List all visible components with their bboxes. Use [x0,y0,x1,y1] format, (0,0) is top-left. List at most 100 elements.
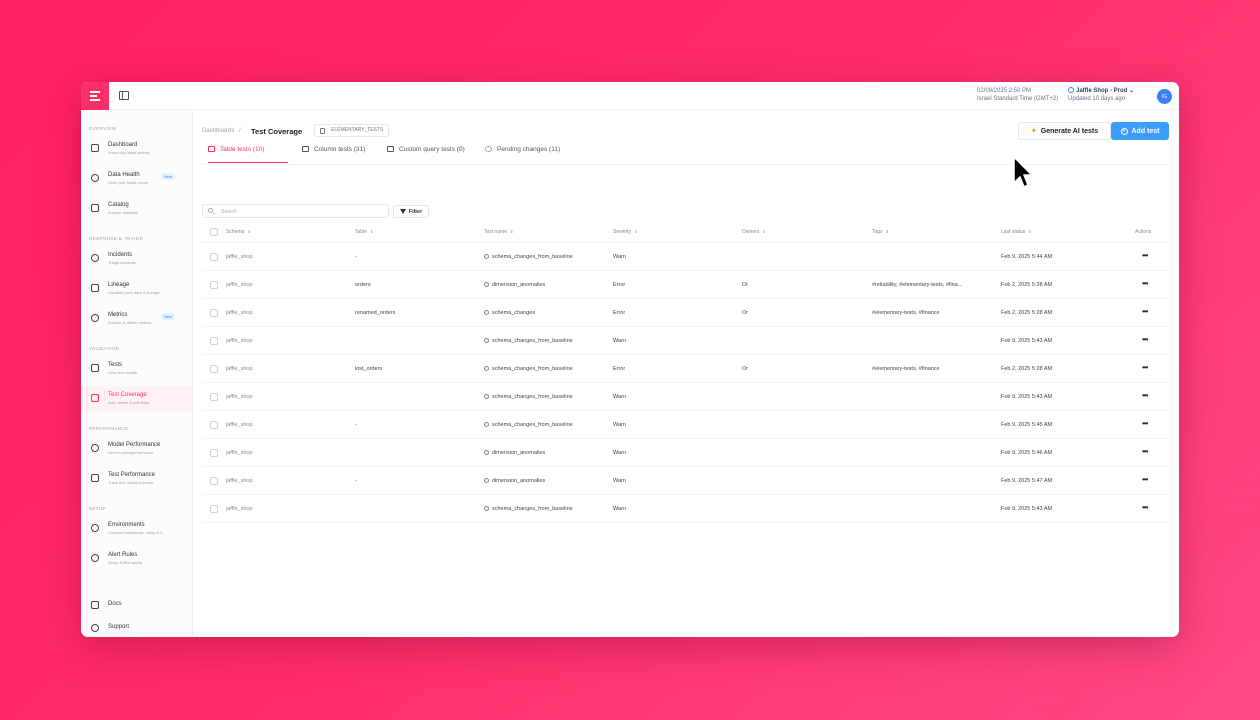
cell-test-name: schema_changes_from_baseline [484,422,573,428]
sidebar-item-label: Environments [108,522,145,528]
column-header-severity[interactable]: Severity ⬍ [613,229,637,235]
cell-test-name: schema_changes_from_baseline [484,394,573,400]
row-actions-menu-icon[interactable]: ••• [1142,447,1148,456]
sidebar: OVERVIEW Dashboard Know high-level activ… [81,110,193,637]
test-name-text: dimension_anomalies [492,478,546,484]
row-actions-menu-icon[interactable]: ••• [1142,307,1148,316]
column-header-table[interactable]: Table ⬍ [355,229,373,235]
cell-severity: Warn [613,254,626,260]
table-row[interactable]: jaffle_shop schema_changes_from_baseline W… [202,495,1169,523]
sidebar-item-desc: Add, delete & edit tests [108,400,150,405]
row-checkbox[interactable] [210,309,218,317]
row-actions-menu-icon[interactable]: ••• [1142,363,1148,372]
test-type-icon [484,310,489,315]
tab-pending-changes[interactable]: Pending changes (11) [485,146,560,163]
sidebar-item-incidents[interactable]: Incidents Triage incidents [81,246,192,272]
row-actions-menu-icon[interactable]: ••• [1142,335,1148,344]
sidebar-item-dashboard[interactable]: Dashboard Know high-level activity [81,136,192,162]
sidebar-item-test-performance[interactable]: Test Performance Track test duration tre… [81,466,192,492]
sidebar-item-alert-rules[interactable]: Alert Rules Setup & filter alerts [81,546,192,572]
row-checkbox[interactable] [210,337,218,345]
timezone-label: Israel Standard Time (GMT+2) [977,96,1059,102]
breadcrumb-home[interactable]: Dashboards [202,128,234,134]
table-row[interactable]: jaffle_shop - schema_changes_from_baseline… [202,411,1169,439]
tab-table-tests[interactable]: Table tests (10) [208,146,288,163]
sidebar-collapse-icon[interactable] [119,91,129,100]
search-input[interactable] [221,207,381,216]
row-actions-menu-icon[interactable]: ••• [1142,391,1148,400]
sidebar-item-label: Alert Rules [108,552,138,558]
cell-owners: Or [742,366,749,372]
schema-chip[interactable]: ELEMENTARY_TESTS [314,124,390,137]
row-checkbox[interactable] [210,281,218,289]
cell-test-name: dimension_anomalies [484,282,545,288]
table-row[interactable]: jaffle_shop - dimension_anomalies Warn Feb 9… [202,467,1169,495]
column-header-schema[interactable]: Schema ⬍ [226,229,251,235]
sidebar-item-test-coverage[interactable]: Test Coverage Add, delete & edit tests [81,386,192,412]
sidebar-item-catalog[interactable]: Catalog Explore datasets [81,196,192,222]
column-header-owners[interactable]: Owners ⬍ [742,229,766,235]
add-test-button[interactable]: + Add test [1111,122,1169,140]
table-row[interactable]: jaffle_shop renamed_orders schema_changes E… [202,299,1169,327]
row-actions-menu-icon[interactable]: ••• [1142,279,1148,288]
row-actions-menu-icon[interactable]: ••• [1142,503,1148,512]
test-type-icon [484,478,489,483]
row-checkbox[interactable] [210,393,218,401]
row-checkbox[interactable] [210,505,218,513]
new-badge: New [161,173,176,180]
sidebar-item-lineage[interactable]: Lineage Visualize your data & lineage [81,276,192,302]
cell-schema: jaffle_shop [226,394,253,400]
select-all-checkbox[interactable] [210,228,218,236]
row-actions-menu-icon[interactable]: ••• [1142,251,1148,260]
sort-icon: ⬍ [634,229,638,235]
table-row[interactable]: jaffle_shop - schema_changes_from_baseline… [202,243,1169,271]
row-checkbox[interactable] [210,253,218,261]
sidebar-item-label: Support [108,624,130,630]
column-header-label: Tags [872,229,883,235]
breadcrumb-separator: / [239,128,241,134]
sidebar-item-data-health[interactable]: Data Health View your health score New [81,166,192,192]
row-checkbox[interactable] [210,477,218,485]
sidebar-item-support[interactable]: Support [81,620,192,637]
tab-custom-query-tests[interactable]: Custom query tests (0) [387,146,465,163]
table-row[interactable]: jaffle_shop schema_changes_from_baseline W… [202,383,1169,411]
sidebar-item-environments[interactable]: Environments Connect warehouse, setup & … [81,516,192,542]
table-row[interactable]: jaffle_shop orders dimension_anomalies Erro… [202,271,1169,299]
cell-severity: Warn [613,450,626,456]
bell-icon [91,554,99,562]
add-test-label: Add test [1131,127,1160,135]
cell-severity: Warn [613,394,626,400]
table-row[interactable]: jaffle_shop schema_changes_from_baseline W… [202,327,1169,355]
app-logo[interactable] [81,82,109,110]
search-box[interactable] [202,204,389,218]
row-checkbox[interactable] [210,449,218,457]
plus-icon [91,394,99,402]
sidebar-item-model-performance[interactable]: Model Performance Detect underperformanc… [81,436,192,462]
sidebar-item-desc: Visualize your data & lineage [108,290,160,295]
generate-ai-tests-button[interactable]: ✦ Generate AI tests [1018,122,1111,140]
row-actions-menu-icon[interactable]: ••• [1142,419,1148,428]
sidebar-item-metrics[interactable]: Metrics Explore & define metrics New [81,306,192,332]
row-checkbox[interactable] [210,421,218,429]
row-actions-menu-icon[interactable]: ••• [1142,475,1148,484]
tab-column-tests[interactable]: Column tests (31) [302,146,365,163]
cell-owners: Or [742,310,749,316]
cell-last-status: Feb 9, 2025 5:43 AM [1001,394,1053,400]
cell-test-name: dimension_anomalies [484,478,545,484]
sidebar-item-tests[interactable]: Tests View test results [81,356,192,382]
row-checkbox[interactable] [210,365,218,373]
table-row[interactable]: jaffle_shop lost_orders schema_changes_fro… [202,355,1169,383]
column-header-test-name[interactable]: Test name ⬍ [484,229,513,235]
environment-selector[interactable]: Jaffle Shop - Prod ⌄ Updated 10 days ago [1068,87,1134,103]
filter-button[interactable]: Filter [393,205,429,218]
gauge-icon [91,444,99,452]
table-row[interactable]: jaffle_shop dimension_anomalies Warn Feb 9,… [202,439,1169,467]
cell-last-status: Feb 9, 2025 5:43 AM [1001,338,1053,344]
query-icon [387,146,394,152]
column-header-last-status[interactable]: Last status ⬍ [1001,229,1032,235]
filter-label: Filter [408,208,423,215]
column-header-tags[interactable]: Tags ⬍ [872,229,889,235]
current-datetime: 02/09/2025 2:50 PM [977,88,1032,94]
sidebar-item-docs[interactable]: Docs [81,596,192,616]
avatar[interactable]: IG [1157,89,1172,104]
